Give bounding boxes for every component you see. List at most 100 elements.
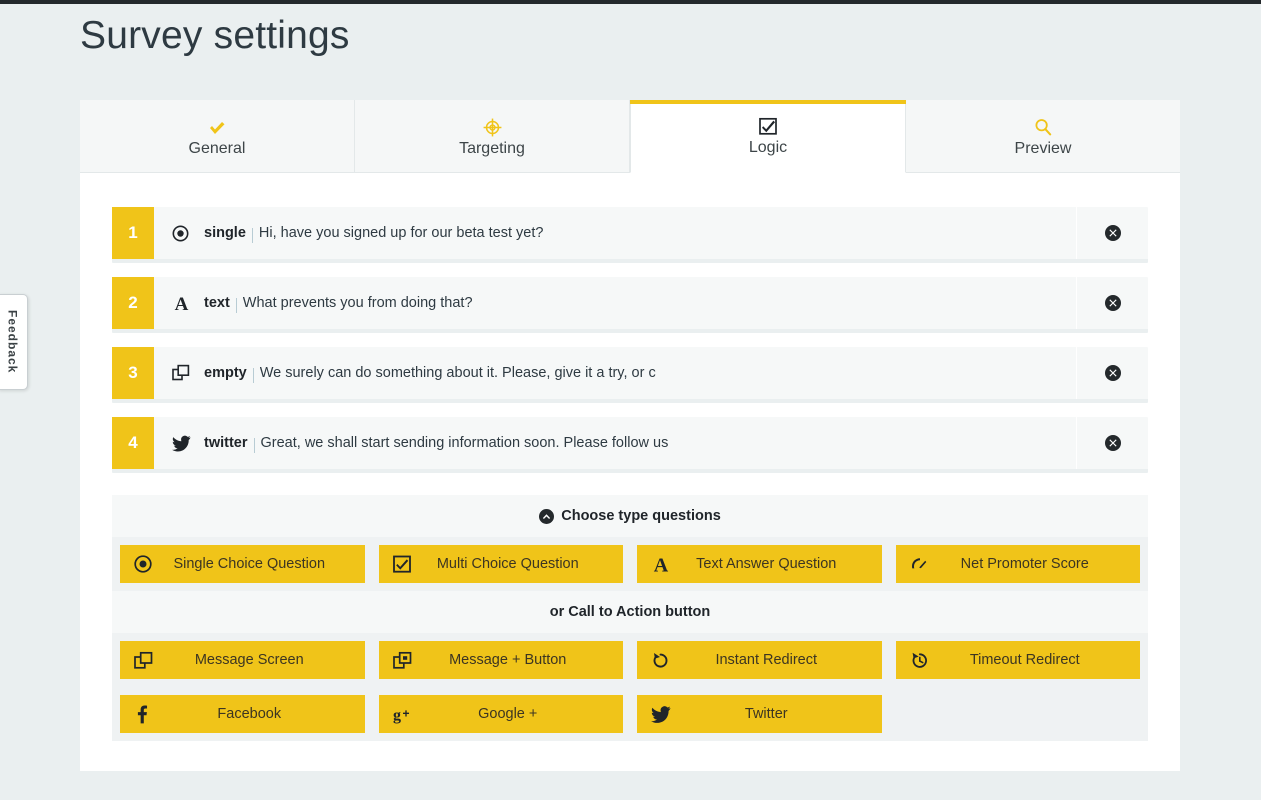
button-label: Instant Redirect <box>677 652 868 668</box>
feedback-tab-label: Feedback <box>6 310 20 373</box>
remove-circle-icon <box>1105 365 1121 381</box>
question-row[interactable]: 2 A text What prevents you from doing th… <box>112 277 1148 333</box>
question-row[interactable]: 3 empty We surely can do something about… <box>112 347 1148 403</box>
button-label: Multi Choice Question <box>419 556 610 572</box>
settings-card: General Targeting <box>80 100 1180 771</box>
tab-preview-label: Preview <box>1015 140 1072 158</box>
question-text: We surely can do something about it. Ple… <box>260 365 656 381</box>
button-label: Twitter <box>677 706 868 722</box>
rotate-left-icon <box>651 651 677 670</box>
check-icon <box>208 117 226 137</box>
clone-filled-icon <box>393 651 419 670</box>
separator <box>254 438 255 453</box>
facebook-button[interactable]: Facebook <box>120 695 365 733</box>
remove-circle-icon <box>1105 225 1121 241</box>
question-type: empty <box>204 365 247 381</box>
separator <box>252 228 253 243</box>
question-main[interactable]: empty We surely can do something about i… <box>154 347 1076 399</box>
tab-bar: General Targeting <box>80 100 1180 173</box>
tab-general-label: General <box>189 140 246 158</box>
facebook-icon <box>134 705 160 724</box>
button-label: Timeout Redirect <box>936 652 1127 668</box>
button-label: Text Answer Question <box>677 556 868 572</box>
remove-circle-icon <box>1105 435 1121 451</box>
grid-spacer <box>896 695 1141 733</box>
card-body: 1 single Hi, have you signed up for our … <box>80 173 1180 771</box>
question-text: Great, we shall start sending informatio… <box>261 435 669 451</box>
top-bar <box>0 0 1261 4</box>
clone-icon <box>134 651 160 670</box>
cta-button-grid-row1: Message Screen Message + Button <box>112 633 1148 687</box>
timeout-redirect-button[interactable]: Timeout Redirect <box>896 641 1141 679</box>
question-text: What prevents you from doing that? <box>243 295 473 311</box>
page-root: Feedback Survey settings General <box>0 0 1261 800</box>
question-type: text <box>204 295 230 311</box>
history-icon <box>910 651 936 670</box>
tachometer-icon <box>910 556 936 572</box>
crosshairs-icon <box>483 117 502 137</box>
svg-text:A: A <box>175 294 189 313</box>
delete-question-button[interactable] <box>1076 277 1148 329</box>
button-label: Single Choice Question <box>160 556 351 572</box>
chooser-subheading: or Call to Action button <box>112 591 1148 633</box>
radio-dot-icon <box>134 555 160 573</box>
svg-text:+: + <box>402 706 409 720</box>
question-text: Hi, have you signed up for our beta test… <box>259 225 544 241</box>
cta-button-grid-row2: Facebook g + Google + <box>112 687 1148 741</box>
chooser-heading[interactable]: Choose type questions <box>112 495 1148 537</box>
single-choice-question-button[interactable]: Single Choice Question <box>120 545 365 583</box>
chevron-up-circle-icon <box>539 509 554 524</box>
tab-preview[interactable]: Preview <box>906 100 1180 173</box>
check-square-icon <box>759 116 777 136</box>
search-icon <box>1034 117 1052 137</box>
question-number: 3 <box>112 347 154 399</box>
multi-choice-question-button[interactable]: Multi Choice Question <box>379 545 624 583</box>
clone-icon <box>172 364 194 382</box>
font-a-icon: A <box>172 294 194 313</box>
twitter-button[interactable]: Twitter <box>637 695 882 733</box>
net-promoter-score-button[interactable]: Net Promoter Score <box>896 545 1141 583</box>
message-plus-button-button[interactable]: Message + Button <box>379 641 624 679</box>
question-type: twitter <box>204 435 248 451</box>
svg-text:g: g <box>393 707 401 724</box>
delete-question-button[interactable] <box>1076 417 1148 469</box>
button-label: Message Screen <box>160 652 351 668</box>
feedback-tab[interactable]: Feedback <box>0 294 28 390</box>
google-plus-icon: g + <box>393 705 419 724</box>
question-main[interactable]: single Hi, have you signed up for our be… <box>154 207 1076 259</box>
question-type-chooser: Choose type questions Single Choice Ques… <box>112 495 1148 741</box>
button-label: Google + <box>419 706 610 722</box>
question-row[interactable]: 4 twitter Great, we shall start sending … <box>112 417 1148 473</box>
button-label: Net Promoter Score <box>936 556 1127 572</box>
radio-dot-icon <box>172 225 194 242</box>
svg-text:A: A <box>654 555 669 575</box>
question-row[interactable]: 1 single Hi, have you signed up for our … <box>112 207 1148 263</box>
tab-logic-label: Logic <box>749 139 787 157</box>
page-title: Survey settings <box>80 14 350 58</box>
question-list: 1 single Hi, have you signed up for our … <box>112 207 1148 473</box>
instant-redirect-button[interactable]: Instant Redirect <box>637 641 882 679</box>
button-label: Facebook <box>160 706 351 722</box>
tab-targeting[interactable]: Targeting <box>355 100 630 173</box>
question-type-button-grid: Single Choice Question Multi Choice Ques… <box>112 537 1148 591</box>
delete-question-button[interactable] <box>1076 207 1148 259</box>
chooser-heading-label: Choose type questions <box>561 508 721 524</box>
separator <box>253 368 254 383</box>
question-main[interactable]: twitter Great, we shall start sending in… <box>154 417 1076 469</box>
button-label: Message + Button <box>419 652 610 668</box>
delete-question-button[interactable] <box>1076 347 1148 399</box>
question-number: 2 <box>112 277 154 329</box>
google-plus-button[interactable]: g + Google + <box>379 695 624 733</box>
question-number: 4 <box>112 417 154 469</box>
question-main[interactable]: A text What prevents you from doing that… <box>154 277 1076 329</box>
tab-logic[interactable]: Logic <box>630 100 906 173</box>
text-answer-question-button[interactable]: A Text Answer Question <box>637 545 882 583</box>
question-number: 1 <box>112 207 154 259</box>
question-type: single <box>204 225 246 241</box>
tab-targeting-label: Targeting <box>459 140 525 158</box>
twitter-icon <box>651 706 677 723</box>
check-square-icon <box>393 555 419 573</box>
remove-circle-icon <box>1105 295 1121 311</box>
tab-general[interactable]: General <box>80 100 355 173</box>
message-screen-button[interactable]: Message Screen <box>120 641 365 679</box>
